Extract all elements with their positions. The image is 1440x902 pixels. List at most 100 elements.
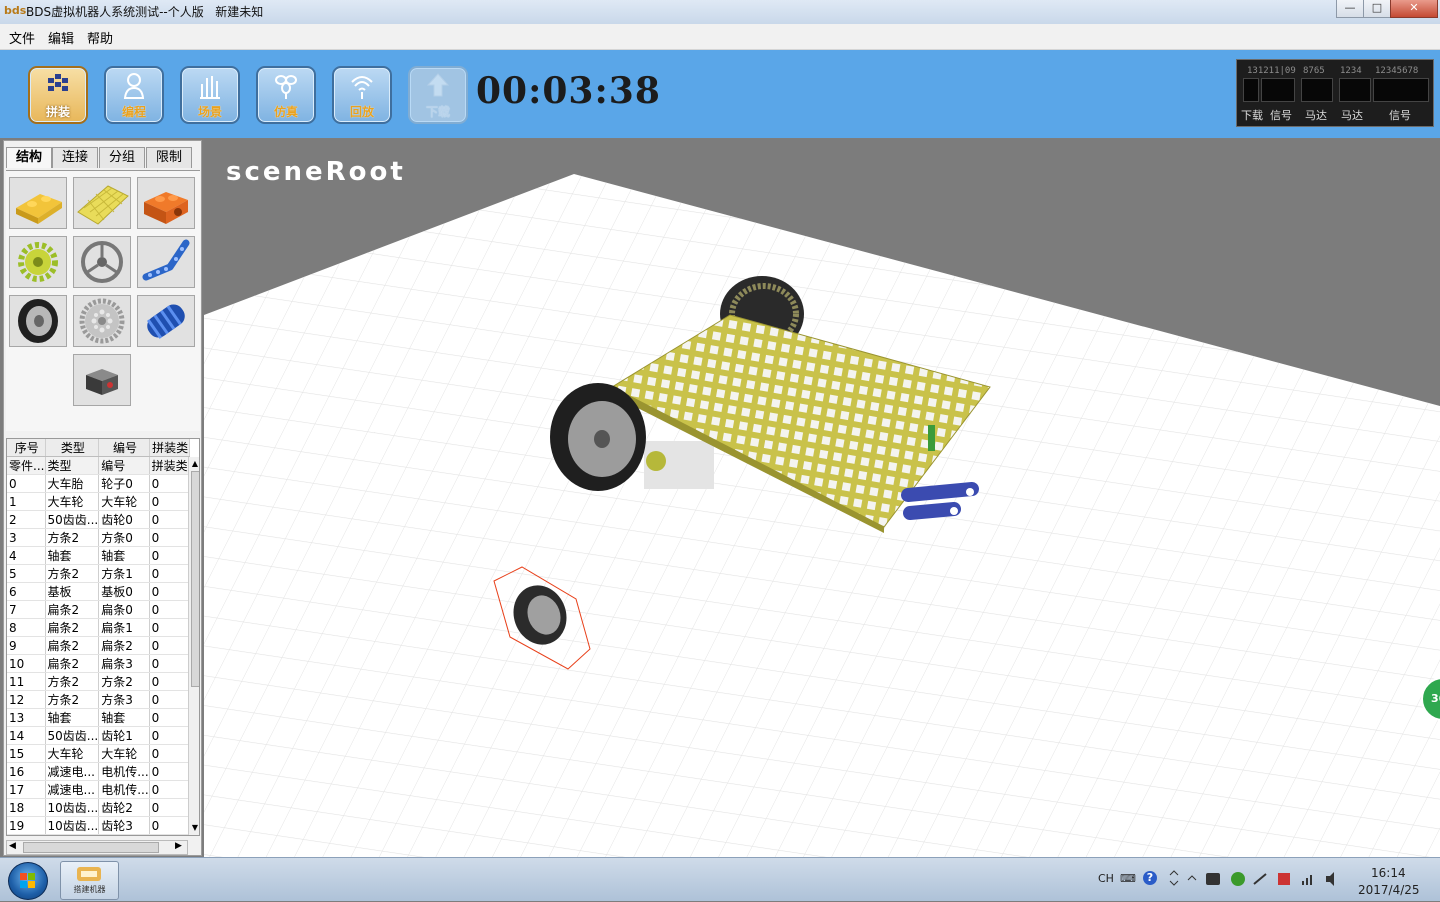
tab-limit[interactable]: 限制 xyxy=(146,147,192,168)
simulate-button[interactable]: 仿真 xyxy=(256,66,316,124)
port-label-2: 马达 xyxy=(1305,109,1327,122)
table-row[interactable]: 14 50齿齿... 齿轮1 0 xyxy=(7,726,190,745)
scroll-down-arrow-icon[interactable]: ▼ xyxy=(190,823,199,833)
start-button[interactable] xyxy=(8,862,48,900)
table-row[interactable]: 3 方条2 方条0 0 xyxy=(7,528,190,547)
table-cell: 0 xyxy=(149,636,190,655)
table-cell: 3 xyxy=(7,528,46,547)
tab-connect[interactable]: 连接 xyxy=(52,147,98,168)
port-label-4: 信号 xyxy=(1389,109,1411,122)
table-scroll-thumb[interactable] xyxy=(191,471,199,687)
tab-group[interactable]: 分组 xyxy=(99,147,145,168)
table-cell: 0 xyxy=(149,546,190,565)
playback-button[interactable]: 回放 xyxy=(332,66,392,124)
taskbar: 搭建机器 CH ⌨ ? 16:14 2017/4/25 xyxy=(0,857,1440,901)
table-row[interactable]: 8 扁条2 扁条1 0 xyxy=(7,618,190,637)
table-cell: 20 xyxy=(7,834,46,835)
table-row[interactable]: 1 大车轮 大车轮 0 xyxy=(7,492,190,511)
scroll-up-arrow-icon[interactable]: ▲ xyxy=(190,459,199,469)
table-cell: 扁条0 xyxy=(98,600,150,619)
program-button[interactable]: 编程 xyxy=(104,66,164,124)
table-row[interactable]: 5 方条2 方条1 0 xyxy=(7,564,190,583)
col-header-index[interactable]: 序号 xyxy=(7,439,46,457)
scroll-right-arrow-icon[interactable]: ▶ xyxy=(175,841,182,851)
part-wheel[interactable] xyxy=(9,295,67,347)
part-motor-block[interactable] xyxy=(73,354,131,406)
table-cell: 6 xyxy=(7,582,46,601)
port-numbers-3: 1234 xyxy=(1340,66,1362,76)
clock-time[interactable]: 16:14 xyxy=(1371,866,1406,880)
tab-structure[interactable]: 结构 xyxy=(6,147,52,168)
part-blue-bent-beam[interactable] xyxy=(137,236,195,288)
part-steering-wheel[interactable] xyxy=(73,236,131,288)
table-row[interactable]: 0 大车胎 轮子0 0 xyxy=(7,474,190,493)
clock-date[interactable]: 2017/4/25 xyxy=(1358,883,1420,897)
help-icon[interactable]: ? xyxy=(1143,871,1157,885)
scene-button[interactable]: 场景 xyxy=(180,66,240,124)
table-row[interactable]: 15 大车轮 大车轮 0 xyxy=(7,744,190,763)
table-row[interactable]: 20拖轮座拐角方...0 xyxy=(7,834,190,835)
part-orange-brick[interactable] xyxy=(137,177,195,229)
assemble-button[interactable]: 拼装 xyxy=(28,66,88,124)
table-row[interactable]: 6 基板 基板0 0 xyxy=(7,582,190,601)
subheader-assembly: 拼装类 xyxy=(149,456,190,475)
table-row[interactable]: 10 扁条2 扁条3 0 xyxy=(7,654,190,673)
download-button[interactable]: 下载 xyxy=(408,66,468,124)
maximize-button[interactable]: □ xyxy=(1363,0,1391,18)
table-row[interactable]: 12 方条2 方条3 0 xyxy=(7,690,190,709)
taskbar-app-button[interactable]: 搭建机器 xyxy=(60,861,119,900)
table-row[interactable]: 9 扁条2 扁条2 0 xyxy=(7,636,190,655)
col-header-type[interactable]: 类型 xyxy=(45,439,100,457)
menu-edit[interactable]: 编辑 xyxy=(48,28,74,47)
minimize-button[interactable]: — xyxy=(1336,0,1364,18)
part-yellow-gear[interactable] xyxy=(9,236,67,288)
part-yellow-brick[interactable] xyxy=(9,177,67,229)
table-vertical-scrollbar[interactable]: ▲ ▼ xyxy=(188,457,199,835)
keyboard-icon[interactable]: ⌨ xyxy=(1120,872,1136,885)
table-row[interactable]: 17 减速电... 电机传... 0 xyxy=(7,780,190,799)
menu-help[interactable]: 帮助 xyxy=(87,28,113,47)
yellow-gear-icon xyxy=(18,242,58,282)
table-row[interactable]: 2 50齿齿... 齿轮0 0 xyxy=(7,510,190,529)
table-cell: 齿轮2 xyxy=(98,798,150,817)
volume-icon xyxy=(1326,872,1334,886)
table-cell: 0 xyxy=(149,780,190,799)
table-cell: 0 xyxy=(149,672,190,691)
close-button[interactable]: ✕ xyxy=(1390,0,1438,18)
table-row[interactable]: 18 10齿齿... 齿轮2 0 xyxy=(7,798,190,817)
table-row[interactable]: 11 方条2 方条2 0 xyxy=(7,672,190,691)
h-scroll-thumb[interactable] xyxy=(23,842,159,853)
table-cell: 电机传... xyxy=(98,780,150,799)
part-gray-gear[interactable] xyxy=(73,295,131,347)
subheader-id: 编号 xyxy=(98,456,150,475)
scene-canvas[interactable] xyxy=(204,139,1440,857)
table-row[interactable]: 7 扁条2 扁条0 0 xyxy=(7,600,190,619)
table-horizontal-scrollbar[interactable]: ◀ ▶ xyxy=(6,840,188,855)
port-label-1: 下载 信号 xyxy=(1241,109,1292,122)
table-cell: 方条2 xyxy=(45,672,100,691)
table-row[interactable]: 13 轴套 轴套 0 xyxy=(7,708,190,727)
table-row[interactable]: 19 10齿齿... 齿轮3 0 xyxy=(7,816,190,835)
table-cell: 大车胎 xyxy=(45,474,100,493)
input-language[interactable]: CH xyxy=(1098,872,1114,885)
table-header: 序号 类型 编号 拼装类 xyxy=(7,439,190,457)
parts-table: 序号 类型 编号 拼装类 零件... 类型 编号 拼装类 0 大车胎 轮子0 0 1 大车… xyxy=(6,438,200,836)
part-blue-worm-gear[interactable] xyxy=(137,295,195,347)
motor-block-icon xyxy=(86,369,118,395)
table-cell: 大车轮 xyxy=(98,744,150,763)
table-cell: 扁条2 xyxy=(45,618,100,637)
port-panel: 131211|09 8765 1234 12345678 下载 信号 马达 马达… xyxy=(1236,59,1434,127)
scroll-left-arrow-icon[interactable]: ◀ xyxy=(9,841,16,851)
col-header-assembly[interactable]: 拼装类 xyxy=(149,439,190,457)
part-yellow-plate[interactable] xyxy=(73,177,131,229)
table-row[interactable]: 16 减速电... 电机传... 0 xyxy=(7,762,190,781)
table-cell: 齿轮0 xyxy=(98,510,150,529)
menu-file[interactable]: 文件 xyxy=(9,28,35,47)
parts-table-grid: 序号 类型 编号 拼装类 零件... 类型 编号 拼装类 0 大车胎 轮子0 0 1 大车… xyxy=(7,439,190,835)
table-row[interactable]: 4 轴套 轴套 0 xyxy=(7,546,190,565)
simulate-icon xyxy=(275,75,297,99)
table-cell: 方条3 xyxy=(98,690,150,709)
3d-viewport[interactable]: sceneRoot xyxy=(204,139,1440,857)
col-header-id[interactable]: 编号 xyxy=(98,439,150,457)
window-title: BDS虚拟机器人系统测试--个人版 新建未知 xyxy=(26,5,264,19)
